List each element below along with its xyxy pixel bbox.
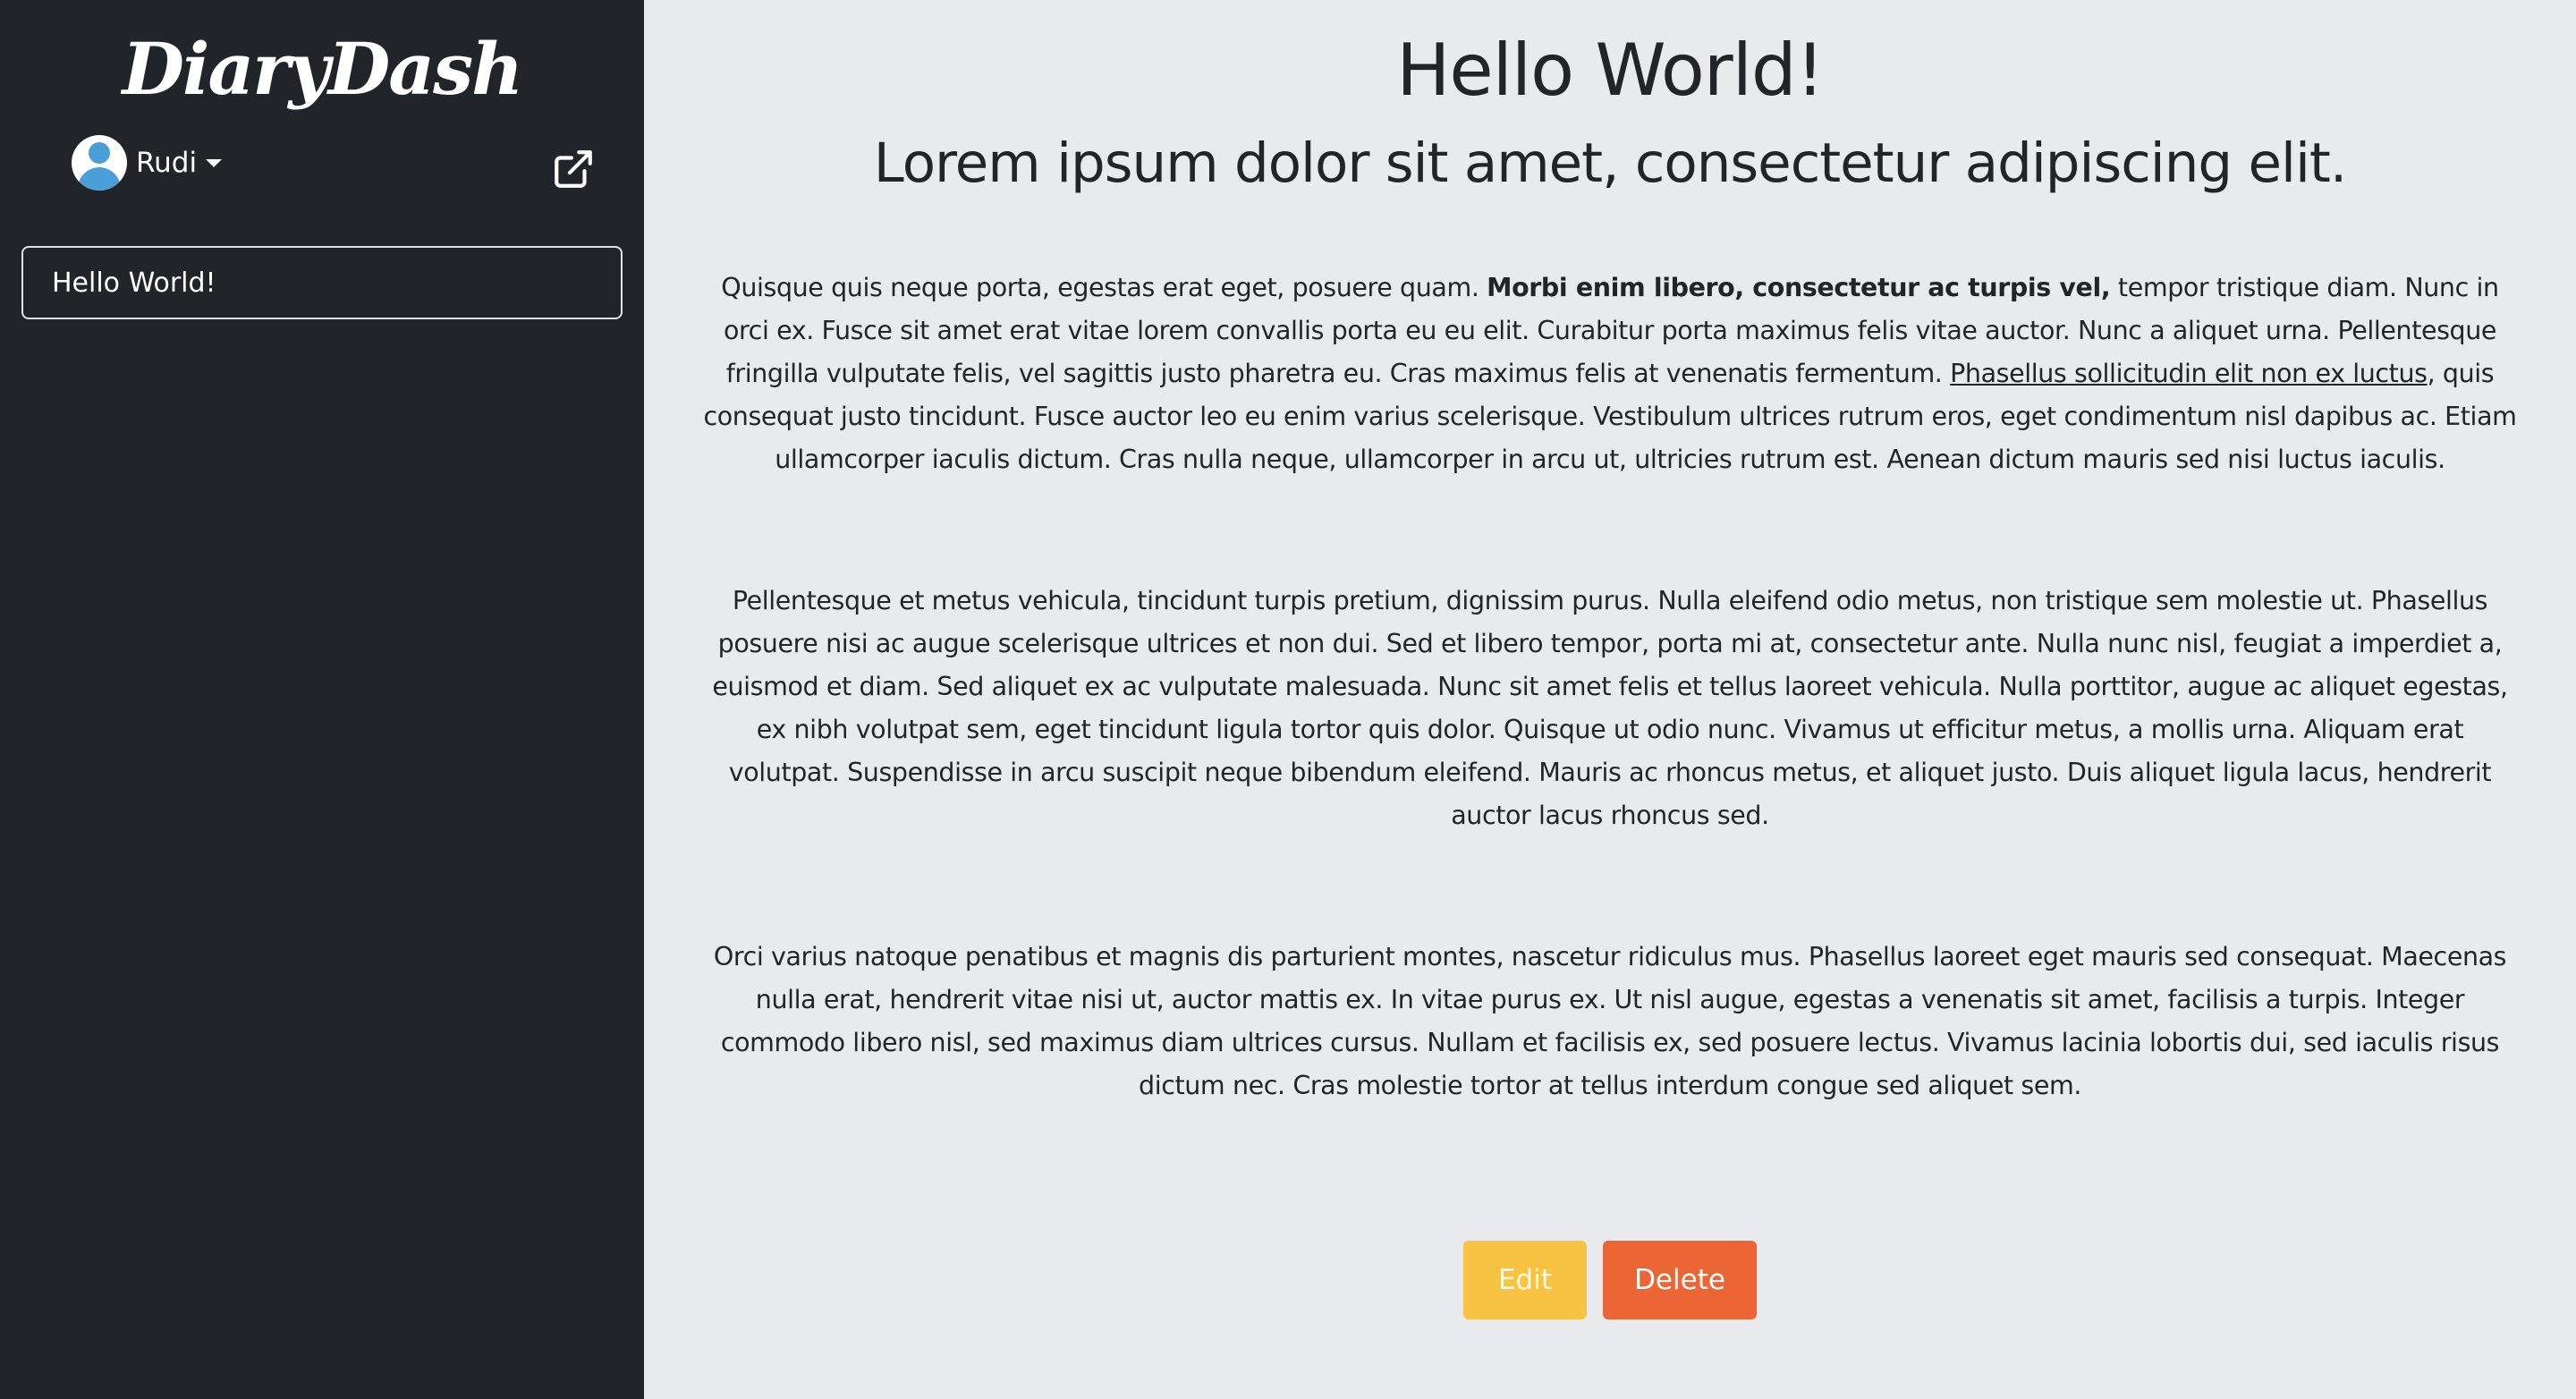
external-link-icon[interactable] (551, 147, 596, 191)
username-label: Rudi (136, 147, 198, 179)
entry-paragraph-3: Orci varius natoque penatibus et magnis … (713, 942, 2507, 1100)
entry-paragraph-2: Pellentesque et metus vehicula, tincidun… (712, 586, 2508, 830)
brand-logo[interactable]: DiaryDash (0, 27, 644, 111)
entry-actions: Edit Delete (644, 1241, 2576, 1319)
edit-button[interactable]: Edit (1463, 1241, 1587, 1319)
paragraph-text: Quisque quis neque porta, egestas erat e… (721, 273, 1487, 302)
entry-view: Hello World! Lorem ipsum dolor sit amet,… (644, 0, 2576, 1399)
entry-subtitle: Lorem ipsum dolor sit amet, consectetur … (873, 131, 2347, 195)
app-root: DiaryDash Rudi Hello World! Hello World!… (0, 0, 2576, 1399)
delete-button[interactable]: Delete (1603, 1241, 1757, 1319)
sidebar: DiaryDash Rudi Hello World! (0, 0, 644, 1399)
entry-paragraph-1: Quisque quis neque porta, egestas erat e… (698, 267, 2522, 481)
caret-down-icon (206, 158, 223, 167)
bold-text: Morbi enim libero, consectetur ac turpis… (1487, 273, 2111, 302)
underlined-text: Phasellus sollicitudin elit non ex luctu… (1950, 359, 2428, 388)
user-menu-toggle[interactable]: Rudi (72, 134, 223, 191)
user-avatar-icon (72, 135, 127, 191)
sidebar-entry-hello-world[interactable]: Hello World! (21, 246, 623, 319)
entry-title: Hello World! (1396, 29, 1825, 112)
